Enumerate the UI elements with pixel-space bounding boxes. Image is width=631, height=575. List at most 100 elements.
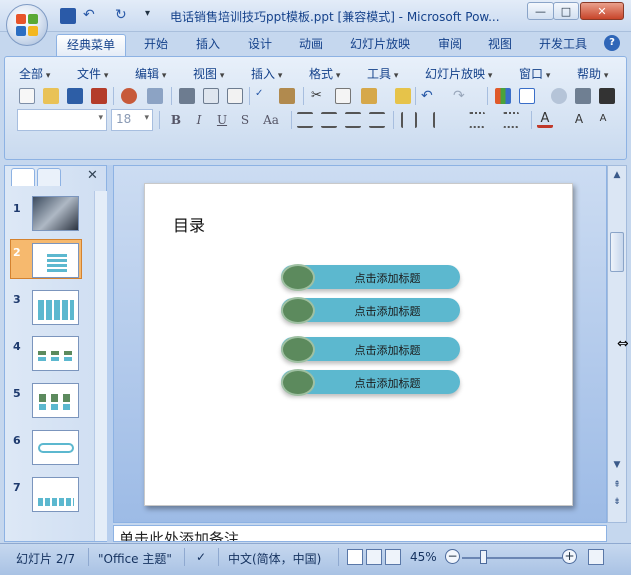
menu-window[interactable]: 窗口 (519, 65, 550, 82)
picture-icon[interactable] (575, 88, 591, 104)
slide-thumb-4[interactable] (32, 336, 79, 371)
cut-icon[interactable]: ✂ (311, 88, 327, 104)
tab-slideshow[interactable]: 幻灯片放映 (344, 34, 416, 56)
panel-close-icon[interactable]: ✕ (87, 168, 98, 183)
undo-icon[interactable]: ↶ (421, 88, 437, 104)
redo-icon[interactable]: ↷ (453, 88, 469, 104)
menu-tools[interactable]: 工具 (367, 65, 398, 82)
slideshow-view-icon[interactable] (385, 549, 401, 565)
normal-view-icon[interactable] (347, 549, 363, 565)
slide-thumb-5[interactable] (32, 383, 79, 418)
slide-canvas[interactable]: 目录 点击添加标题 点击添加标题 点击添加标题 点击添加标题 (144, 183, 573, 506)
zoom-level[interactable]: 45% (410, 550, 437, 564)
toc-item-4[interactable]: 点击添加标题 (281, 369, 462, 398)
menu-all[interactable]: 全部 (19, 65, 50, 82)
research-icon[interactable] (279, 88, 295, 104)
tab-developer[interactable]: 开发工具 (532, 34, 594, 56)
change-case-button[interactable]: Aa (259, 111, 283, 129)
chart-icon[interactable] (495, 88, 511, 104)
align-left-icon[interactable] (297, 112, 313, 128)
tab-review[interactable]: 审阅 (430, 34, 470, 56)
shadow-button[interactable]: S (236, 111, 254, 129)
scroll-down-icon[interactable]: ▼ (611, 459, 623, 471)
zoom-slider[interactable] (462, 557, 562, 559)
customize-qat-icon[interactable]: ▾ (145, 8, 161, 24)
panel-scrollbar[interactable] (94, 191, 107, 541)
font-color-icon[interactable]: A (537, 112, 553, 128)
columns-icon[interactable] (401, 112, 417, 128)
menu-format[interactable]: 格式 (309, 65, 340, 82)
undo-icon[interactable]: ↶ (83, 8, 99, 24)
grow-font-icon[interactable]: A (571, 112, 587, 128)
office-button[interactable] (6, 4, 48, 46)
slides-tab[interactable] (11, 168, 35, 186)
zoom-in-icon[interactable]: + (562, 549, 577, 564)
format-painter-icon[interactable] (395, 88, 411, 104)
table-icon[interactable] (519, 88, 535, 104)
toc-item-label[interactable]: 点击添加标题 (315, 342, 460, 358)
permission-icon[interactable] (91, 88, 107, 104)
help-icon[interactable]: ? (604, 35, 620, 51)
attach-icon[interactable] (147, 88, 163, 104)
text-direction-icon[interactable] (433, 112, 449, 128)
layout-icon[interactable] (227, 88, 243, 104)
zoom-out-icon[interactable]: − (445, 549, 460, 564)
redo-icon[interactable]: ↻ (115, 8, 131, 24)
outline-tab[interactable] (37, 168, 61, 186)
print-icon[interactable] (179, 88, 195, 104)
toc-item-3[interactable]: 点击添加标题 (281, 336, 462, 365)
justify-icon[interactable] (369, 112, 385, 128)
preview-icon[interactable] (203, 88, 219, 104)
copy-icon[interactable] (335, 88, 351, 104)
scroll-thumb[interactable] (610, 232, 624, 272)
slide-thumb-7[interactable] (32, 477, 79, 512)
next-slide-icon[interactable]: ⇟ (611, 496, 623, 508)
slide-thumb-2[interactable] (32, 243, 79, 278)
menu-insert[interactable]: 插入 (251, 65, 282, 82)
toc-item-2[interactable]: 点击添加标题 (281, 297, 462, 326)
menu-help[interactable]: 帮助 (577, 65, 608, 82)
slide-icon[interactable] (599, 88, 615, 104)
slide-thumb-6[interactable] (32, 430, 79, 465)
slide-title[interactable]: 目录 (173, 212, 205, 236)
menu-view[interactable]: 视图 (193, 65, 224, 82)
tab-insert[interactable]: 插入 (188, 34, 228, 56)
align-right-icon[interactable] (345, 112, 361, 128)
save-icon[interactable] (60, 8, 76, 24)
notes-pane[interactable]: 单击此处添加备注 (113, 525, 607, 542)
spellcheck-status-icon[interactable]: ✓ (196, 550, 206, 564)
hyperlink-icon[interactable] (551, 88, 567, 104)
font-name-combo[interactable] (17, 109, 107, 131)
numbering-icon[interactable] (469, 112, 485, 128)
tab-animation[interactable]: 动画 (291, 34, 331, 56)
spellcheck-icon[interactable]: ✓ (255, 88, 271, 104)
italic-button[interactable]: I (190, 111, 208, 129)
tab-home[interactable]: 开始 (136, 34, 176, 56)
align-center-icon[interactable] (321, 112, 337, 128)
menu-file[interactable]: 文件 (77, 65, 108, 82)
bold-button[interactable]: B (167, 111, 185, 129)
maximize-button[interactable]: □ (553, 2, 579, 20)
underline-button[interactable]: U (213, 111, 231, 129)
open-folder-icon[interactable] (43, 88, 59, 104)
shrink-font-icon[interactable]: A (595, 113, 611, 129)
slide-thumb-1[interactable] (32, 196, 79, 231)
slide-thumb-3[interactable] (32, 290, 79, 325)
menu-edit[interactable]: 编辑 (135, 65, 166, 82)
menu-slideshow[interactable]: 幻灯片放映 (425, 65, 492, 82)
save-icon[interactable] (67, 88, 83, 104)
close-button[interactable]: ✕ (580, 2, 624, 20)
print-preview-icon[interactable] (121, 88, 137, 104)
tab-view[interactable]: 视图 (480, 34, 520, 56)
new-file-icon[interactable] (19, 88, 35, 104)
toc-item-1[interactable]: 点击添加标题 (281, 264, 462, 293)
previous-slide-icon[interactable]: ⇞ (611, 479, 623, 491)
bullets-icon[interactable] (503, 112, 519, 128)
tab-classic-menu[interactable]: 经典菜单 (56, 34, 126, 56)
font-size-combo[interactable]: 18 (111, 109, 153, 131)
tab-design[interactable]: 设计 (240, 34, 280, 56)
slide-sorter-view-icon[interactable] (366, 549, 382, 565)
zoom-slider-thumb[interactable] (480, 550, 487, 564)
paste-icon[interactable] (361, 88, 377, 104)
scroll-up-icon[interactable]: ▲ (611, 169, 623, 181)
